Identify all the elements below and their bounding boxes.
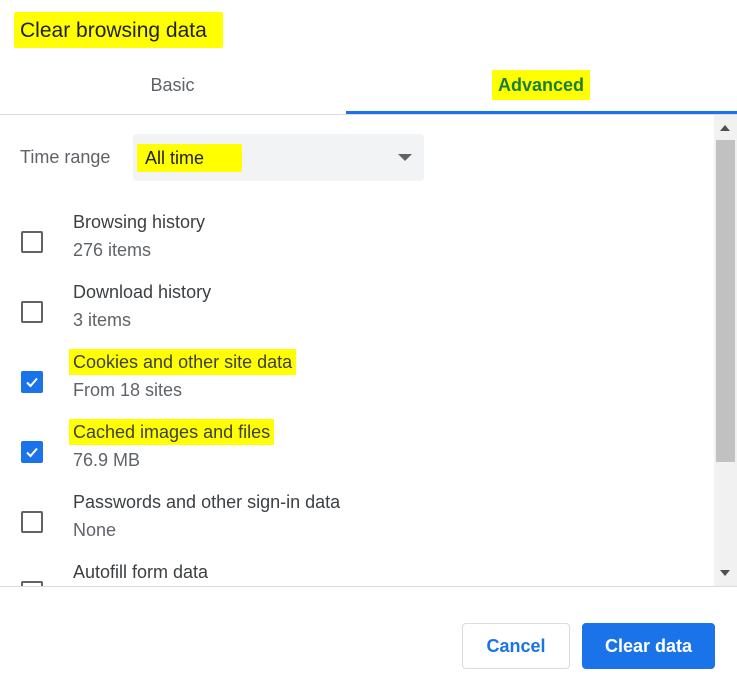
option-cached-images: Cached images and files 76.9 MB <box>0 419 712 489</box>
cached-images-checkbox[interactable] <box>21 441 43 463</box>
option-label: Download history <box>73 282 212 302</box>
tab-advanced-label: Advanced <box>491 70 591 100</box>
option-download-history: Download history 3 items <box>0 279 712 349</box>
clear-data-button[interactable]: Clear data <box>582 623 715 669</box>
passwords-checkbox[interactable] <box>21 511 43 533</box>
option-detail: 276 items <box>73 240 152 260</box>
option-label: Cookies and other site data <box>69 349 297 375</box>
tab-basic[interactable]: Basic <box>0 58 345 114</box>
scroll-down-arrow-icon[interactable] <box>720 570 730 576</box>
option-label: Passwords and other sign-in data <box>73 492 341 512</box>
option-detail: 3 items <box>73 310 132 330</box>
option-label: Autofill form data <box>73 562 209 582</box>
option-cookies: Cookies and other site data From 18 site… <box>0 349 712 419</box>
option-detail: None <box>73 520 117 540</box>
time-range-label: Time range <box>20 147 111 167</box>
option-browsing-history: Browsing history 276 items <box>0 209 712 279</box>
footer-divider <box>0 586 737 587</box>
check-icon <box>26 377 38 388</box>
cancel-button[interactable]: Cancel <box>462 623 570 669</box>
option-detail: From 18 sites <box>73 380 183 400</box>
time-range-select[interactable]: All time <box>133 134 424 181</box>
caret-down-icon <box>398 154 412 161</box>
tab-strip: Basic Advanced <box>0 58 737 116</box>
scrollbar-thumb[interactable] <box>716 140 735 462</box>
scroll-up-arrow-icon[interactable] <box>720 125 730 131</box>
cookies-checkbox[interactable] <box>21 371 43 393</box>
download-history-checkbox[interactable] <box>21 301 43 323</box>
option-label: Cached images and files <box>69 419 275 445</box>
dialog-title: Clear browsing data <box>14 12 223 48</box>
check-icon <box>26 447 38 458</box>
tab-basic-label: Basic <box>150 75 195 95</box>
tab-advanced[interactable]: Advanced <box>345 58 737 114</box>
vertical-scrollbar[interactable] <box>714 115 737 586</box>
options-panel: Time range All time Browsing history 276… <box>0 115 712 586</box>
browsing-history-checkbox[interactable] <box>21 231 43 253</box>
option-label: Browsing history <box>73 212 206 232</box>
option-detail: 76.9 MB <box>73 450 141 470</box>
time-range-value: All time <box>137 144 243 172</box>
option-passwords: Passwords and other sign-in data None <box>0 489 712 559</box>
option-autofill: Autofill form data <box>0 559 712 586</box>
